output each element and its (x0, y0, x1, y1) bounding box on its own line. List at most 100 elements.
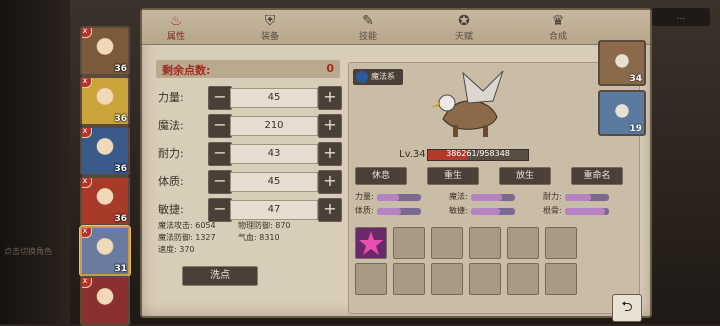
rebirth-button[interactable]: 重生 (427, 167, 479, 185)
skill-slot[interactable] (393, 227, 425, 259)
pet-stat-bar (377, 208, 421, 215)
remove-mark-icon[interactable]: x (82, 28, 92, 38)
skill-slot[interactable] (507, 227, 539, 259)
portrait-level: 36 (114, 164, 127, 174)
tab-label: 合成 (548, 32, 567, 42)
character-portrait-selected[interactable]: x 31 (80, 226, 130, 276)
decrease-button[interactable]: − (208, 86, 232, 110)
hp-text: 386261/958348 (446, 149, 510, 158)
tab-label: 属性 (166, 32, 185, 42)
decrease-button[interactable]: − (208, 170, 232, 194)
portrait-level: 36 (114, 214, 127, 224)
stat-speed: 速度: 370 (158, 245, 195, 254)
remove-mark-icon[interactable]: x (82, 228, 92, 238)
skill-slot[interactable] (545, 263, 577, 295)
tab-talent[interactable]: ✪ 天赋 (434, 12, 494, 42)
ability-label: 魔法系 (371, 72, 395, 81)
pet-portrait[interactable]: 34 (598, 40, 646, 86)
pet-stat-fill (565, 194, 592, 201)
stat-physical-defense: 物理防御: 870 (238, 221, 291, 230)
increase-button[interactable]: + (318, 170, 342, 194)
attribute-name: 耐力: (158, 147, 184, 160)
remove-mark-icon[interactable]: x (82, 128, 92, 138)
increase-button[interactable]: + (318, 198, 342, 222)
increase-button[interactable]: + (318, 86, 342, 110)
left-dark-strip (0, 0, 70, 324)
pet-stat-fill (377, 194, 399, 201)
ability-badge[interactable]: 魔法系 (353, 69, 403, 85)
pet-stat-label: 魔法: (449, 192, 468, 201)
pet-image (431, 70, 504, 137)
remaining-value: 0 (326, 62, 334, 75)
wash-points-button[interactable]: 洗点 (182, 266, 258, 286)
pet-section: 魔法系 🔒 Lv.34 386261/958348 休息 重生 放生 重命名 力… (348, 62, 640, 314)
character-panel: ♨ 属性 ⛨ 装备 ✎ 技能 ✪ 天赋 ♛ 合成 剩余点数: 0 力量: − 4… (140, 8, 652, 318)
tab-label: 技能 (358, 32, 377, 42)
rest-button[interactable]: 休息 (355, 167, 407, 185)
skill-slot[interactable] (469, 263, 501, 295)
pet-stat-bar (377, 194, 421, 201)
pet-stat-label: 根骨: (543, 206, 562, 215)
decrease-button[interactable]: − (208, 114, 232, 138)
pet-actions: 休息 重生 放生 重命名 (355, 167, 635, 185)
skill-slot[interactable] (469, 227, 501, 259)
tab-attributes[interactable]: ♨ 属性 (146, 12, 206, 42)
decrease-button[interactable]: − (208, 142, 232, 166)
release-button[interactable]: 放生 (499, 167, 551, 185)
character-portrait[interactable]: x 36 (80, 176, 130, 226)
attribute-name: 体质: (158, 175, 184, 188)
tab-bar: ♨ 属性 ⛨ 装备 ✎ 技能 ✪ 天赋 ♛ 合成 (142, 10, 650, 45)
attribute-name: 敏捷: (158, 203, 184, 216)
pet-stat-label: 体质: (355, 206, 374, 215)
skill-slot[interactable] (431, 263, 463, 295)
rename-button[interactable]: 重命名 (571, 167, 623, 185)
pet-portrait[interactable]: 19 (598, 90, 646, 136)
pet-stat-label: 耐力: (543, 192, 562, 201)
skill-slot[interactable] (393, 263, 425, 295)
flame-icon: ♨ (169, 13, 183, 29)
crown-icon: ♛ (551, 13, 565, 29)
character-portrait[interactable]: x 36 (80, 76, 130, 126)
pet-hp-bar: 386261/958348 (427, 149, 529, 161)
tab-equipment[interactable]: ⛨ 装备 (240, 12, 300, 42)
tab-synthesis[interactable]: ♛ 合成 (528, 12, 588, 42)
tab-skills[interactable]: ✎ 技能 (338, 12, 398, 42)
remove-mark-icon[interactable]: x (82, 278, 92, 288)
increase-button[interactable]: + (318, 142, 342, 166)
character-portrait[interactable]: x (80, 276, 130, 326)
skill-slot[interactable] (545, 227, 577, 259)
remaining-points: 剩余点数: 0 (156, 60, 340, 78)
back-button[interactable]: ⮌ (612, 294, 642, 322)
pet-stat-bar (565, 194, 609, 201)
skill-slot[interactable] (355, 263, 387, 295)
pet-stat-bar (565, 208, 609, 215)
pet-portrait-level: 19 (629, 124, 642, 134)
tab-label: 天赋 (454, 32, 473, 42)
attribute-name: 力量: (158, 91, 184, 104)
pet-stat-fill (471, 194, 502, 201)
pet-stat-bar (471, 194, 515, 201)
increase-button[interactable]: + (318, 114, 342, 138)
pet-stat-fill (565, 208, 605, 215)
pet-stat-fill (471, 208, 500, 215)
attribute-row-magic: 魔法: − 210 + (156, 114, 342, 138)
star-icon: ✪ (458, 13, 470, 29)
portrait-level: 31 (114, 264, 127, 274)
skill-burst-icon (359, 231, 383, 255)
pet-level: Lv.34 (399, 149, 426, 160)
character-portrait[interactable]: x 36 (80, 126, 130, 176)
attribute-value: 45 (230, 172, 318, 192)
attribute-row-stamina: 耐力: − 43 + (156, 142, 342, 166)
remove-mark-icon[interactable]: x (82, 78, 92, 88)
pet-stat-fill (377, 208, 402, 215)
decrease-button[interactable]: − (208, 198, 232, 222)
pet-stat-bar (471, 208, 515, 215)
derived-stats: 魔法攻击: 6054 物理防御: 870 魔法防御: 1327 气血: 8310 速… (158, 220, 291, 256)
skill-slot[interactable] (431, 227, 463, 259)
attribute-value: 45 (230, 88, 318, 108)
skill-slot-filled[interactable] (355, 227, 387, 259)
tab-label: 装备 (260, 32, 279, 42)
skill-slot[interactable] (507, 263, 539, 295)
remove-mark-icon[interactable]: x (82, 178, 92, 188)
character-portrait[interactable]: x 36 (80, 26, 130, 76)
